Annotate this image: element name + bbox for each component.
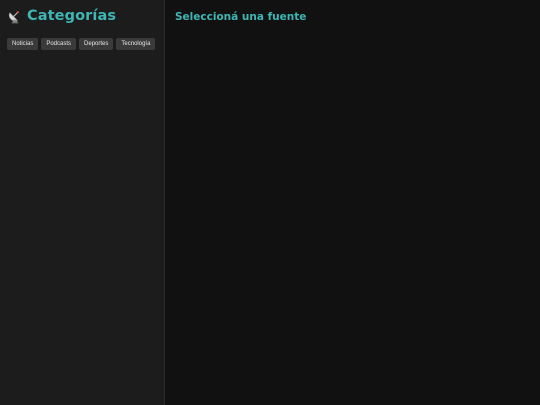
satellite-antenna-icon xyxy=(7,9,22,24)
sidebar-title: Categorías xyxy=(27,8,117,24)
app-window: Categorías Noticias Podcasts Deportes Te… xyxy=(0,0,540,405)
category-button-podcasts[interactable]: Podcasts xyxy=(41,38,77,50)
main-panel: Seleccioná una fuente xyxy=(165,0,540,405)
category-button-deportes[interactable]: Deportes xyxy=(79,38,114,50)
main-heading: Seleccioná una fuente xyxy=(175,11,307,23)
category-list: Noticias Podcasts Deportes Tecnología xyxy=(7,38,157,50)
sidebar: Categorías Noticias Podcasts Deportes Te… xyxy=(0,0,165,405)
sidebar-header: Categorías xyxy=(7,7,157,25)
category-button-noticias[interactable]: Noticias xyxy=(7,38,39,50)
category-button-tecnologia[interactable]: Tecnología xyxy=(116,38,156,50)
